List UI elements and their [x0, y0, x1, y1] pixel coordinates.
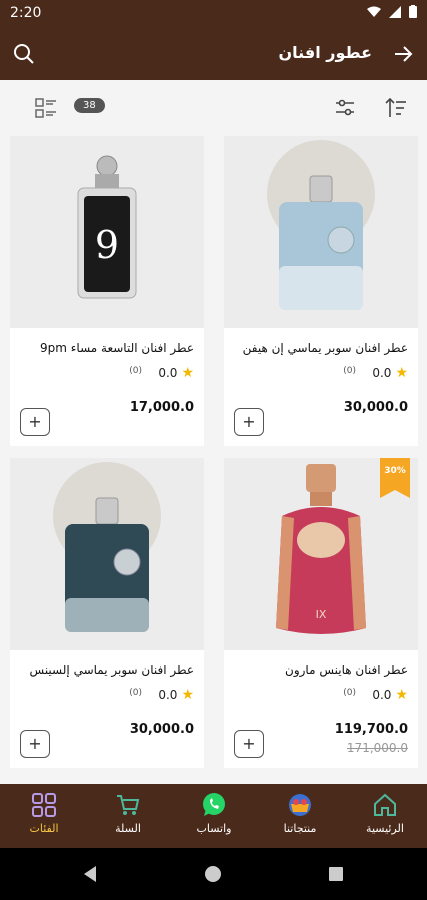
product-rating: ★ 0.0 [158, 687, 194, 703]
app-bar: عطور افنان [0, 28, 427, 80]
product-image[interactable] [224, 136, 418, 328]
recents-square-icon[interactable] [328, 866, 344, 882]
product-name[interactable]: عطر افنان التاسعة مساء 9pm [18, 341, 194, 355]
product-price: 30,000.0 [129, 722, 194, 737]
product-rating: ★ 0.0 [372, 365, 408, 381]
status-bar: 2:20 [0, 0, 427, 28]
nav-item-home[interactable]: الرئيسية [345, 792, 425, 835]
bottom-nav: الرئيسية منتجاتنا واتساب السلة الفئات [0, 784, 427, 848]
svg-text:IX: IX [316, 608, 327, 621]
system-nav-bar [0, 848, 427, 900]
perfume-bottle-image: 9 [10, 136, 204, 328]
rating-value: 0.0 [372, 688, 392, 702]
filter-toolbar: 38 [0, 80, 427, 136]
search-icon[interactable] [12, 42, 36, 66]
wifi-icon [367, 6, 381, 17]
product-card[interactable]: IX 30% عطر افنان هاينس مارون ★ 0.0 (0) 1… [224, 458, 418, 768]
battery-icon [409, 5, 417, 18]
page-title: عطور افنان [278, 43, 372, 62]
nav-label: السلة [115, 822, 141, 835]
product-rating: ★ 0.0 [372, 687, 408, 703]
add-to-cart-button[interactable]: + [234, 730, 264, 758]
add-to-cart-button[interactable]: + [20, 408, 50, 436]
review-count: (0) [129, 366, 142, 376]
product-name[interactable]: عطر افنان سوبر يماسي إلسينس [18, 663, 194, 677]
product-card[interactable]: 9 عطر افنان التاسعة مساء 9pm ★ 0.0 (0) 1… [10, 136, 204, 446]
nav-label: واتساب [196, 822, 232, 835]
star-icon: ★ [395, 687, 408, 703]
back-triangle-icon[interactable] [82, 865, 98, 883]
products-icon [289, 794, 311, 816]
cart-icon [117, 795, 140, 815]
product-count-badge: 38 [74, 98, 105, 113]
discount-badge [380, 458, 410, 498]
whatsapp-icon [203, 793, 225, 816]
rating-value: 0.0 [158, 366, 178, 380]
home-circle-icon[interactable] [204, 865, 222, 883]
nav-label: الرئيسية [366, 822, 404, 835]
discount-label: 30% [384, 466, 406, 476]
product-price: 119,700.0 [334, 722, 408, 737]
back-arrow-icon[interactable] [391, 42, 415, 66]
rating-value: 0.0 [158, 688, 178, 702]
review-count: (0) [129, 688, 142, 698]
svg-text:9: 9 [95, 223, 119, 267]
perfume-bottle-image [10, 458, 204, 650]
add-to-cart-button[interactable]: + [234, 408, 264, 436]
product-rating: ★ 0.0 [158, 365, 194, 381]
nav-label: منتجاتنا [283, 822, 317, 835]
product-card[interactable]: عطر افنان سوبر يماسي إلسينس ★ 0.0 (0) 30… [10, 458, 204, 768]
product-price: 30,000.0 [343, 400, 408, 415]
product-price: 17,000.0 [129, 400, 194, 415]
signal-icon [389, 5, 401, 18]
status-icons [367, 5, 417, 18]
product-image[interactable]: IX 30% [224, 458, 418, 650]
product-image[interactable]: 9 [10, 136, 204, 328]
perfume-bottle-image [224, 136, 418, 328]
nav-item-whatsapp[interactable]: واتساب [174, 792, 254, 835]
list-view-icon[interactable] [34, 96, 58, 120]
rating-value: 0.0 [372, 366, 392, 380]
star-icon: ★ [181, 365, 194, 381]
nav-item-categories[interactable]: الفئات [4, 792, 84, 835]
nav-item-products[interactable]: منتجاتنا [260, 792, 340, 835]
home-icon [374, 793, 396, 816]
product-name[interactable]: عطر افنان سوبر يماسي إن هيفن [232, 341, 408, 355]
nav-item-cart[interactable]: السلة [88, 792, 168, 835]
review-count: (0) [343, 366, 356, 376]
product-grid: عطر افنان سوبر يماسي إن هيفن ★ 0.0 (0) 3… [0, 136, 427, 784]
review-count: (0) [343, 688, 356, 698]
product-card[interactable]: عطر افنان سوبر يماسي إن هيفن ★ 0.0 (0) 3… [224, 136, 418, 446]
sort-icon[interactable] [384, 96, 408, 120]
add-to-cart-button[interactable]: + [20, 730, 50, 758]
categories-icon [32, 793, 56, 817]
filter-icon[interactable] [333, 96, 357, 120]
original-price: 171,000.0 [346, 741, 408, 755]
status-time: 2:20 [10, 5, 42, 21]
product-name[interactable]: عطر افنان هاينس مارون [232, 663, 408, 677]
star-icon: ★ [181, 687, 194, 703]
star-icon: ★ [395, 365, 408, 381]
nav-label: الفئات [29, 822, 59, 835]
product-image[interactable] [10, 458, 204, 650]
